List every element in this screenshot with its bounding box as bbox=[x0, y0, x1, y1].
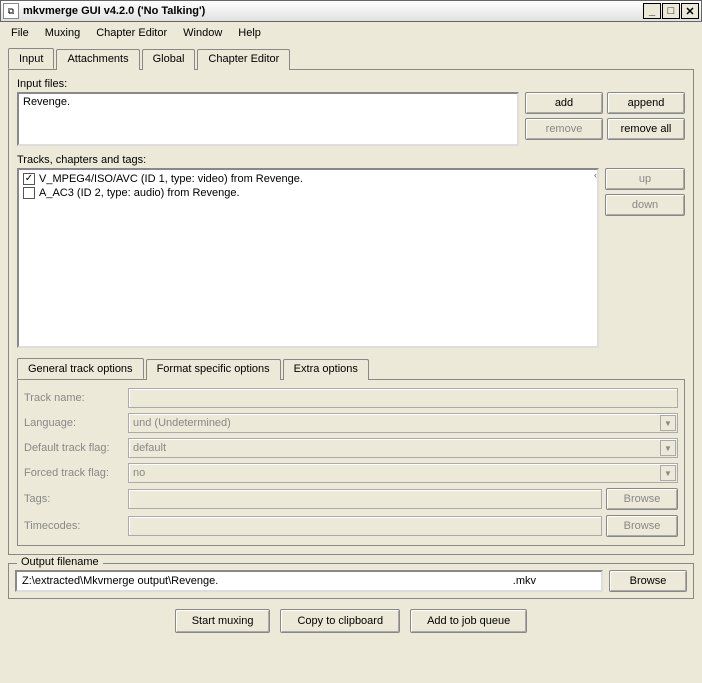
options-tabs: General track options Format specific op… bbox=[17, 359, 685, 380]
window-title: mkvmerge GUI v4.2.0 ('No Talking') bbox=[23, 5, 643, 17]
track-text: V_MPEG4/ISO/AVC (ID 1, type: video) from… bbox=[39, 173, 303, 185]
language-dropdown[interactable]: und (Undetermined) ▼ bbox=[128, 413, 678, 433]
tracks-label: Tracks, chapters and tags: bbox=[17, 154, 685, 166]
maximize-button[interactable]: □ bbox=[662, 3, 680, 19]
language-label: Language: bbox=[24, 417, 124, 429]
minimize-button[interactable]: _ bbox=[643, 3, 661, 19]
menubar: File Muxing Chapter Editor Window Help bbox=[0, 22, 702, 44]
menu-window[interactable]: Window bbox=[176, 25, 229, 41]
track-text: A_AC3 (ID 2, type: audio) from Revenge. bbox=[39, 187, 240, 199]
append-button[interactable]: append bbox=[607, 92, 685, 114]
tags-label: Tags: bbox=[24, 493, 124, 505]
output-filename-field[interactable]: Z:\extracted\Mkvmerge output\Revenge. .m… bbox=[15, 570, 603, 592]
menu-file[interactable]: File bbox=[4, 25, 36, 41]
chevron-down-icon: ▼ bbox=[660, 415, 676, 431]
tracks-list[interactable]: ✓ V_MPEG4/ISO/AVC (ID 1, type: video) fr… bbox=[17, 168, 599, 348]
tab-extra-options[interactable]: Extra options bbox=[283, 359, 369, 380]
output-browse-button[interactable]: Browse bbox=[609, 570, 687, 592]
track-name-label: Track name: bbox=[24, 392, 124, 404]
add-to-job-queue-button[interactable]: Add to job queue bbox=[410, 609, 527, 633]
default-flag-dropdown[interactable]: default ▼ bbox=[128, 438, 678, 458]
tab-format-specific-options[interactable]: Format specific options bbox=[146, 359, 281, 380]
titlebar: ⧉ mkvmerge GUI v4.2.0 ('No Talking') _ □… bbox=[0, 0, 702, 22]
track-name-field[interactable] bbox=[128, 388, 678, 408]
tab-general-track-options[interactable]: General track options bbox=[17, 358, 144, 379]
copy-to-clipboard-button[interactable]: Copy to clipboard bbox=[280, 609, 400, 633]
output-filename-title: Output filename bbox=[17, 556, 103, 568]
menu-help[interactable]: Help bbox=[231, 25, 268, 41]
close-button[interactable]: ✕ bbox=[681, 3, 699, 19]
timecodes-label: Timecodes: bbox=[24, 520, 124, 532]
track-item[interactable]: A_AC3 (ID 2, type: audio) from Revenge. bbox=[23, 186, 593, 200]
remove-all-button[interactable]: remove all bbox=[607, 118, 685, 140]
forced-flag-label: Forced track flag: bbox=[24, 467, 124, 479]
main-tabs: Input Attachments Global Chapter Editor bbox=[8, 49, 694, 70]
down-button[interactable]: down bbox=[605, 194, 685, 216]
timecodes-browse-button[interactable]: Browse bbox=[606, 515, 678, 537]
input-file-item[interactable]: Revenge. bbox=[23, 96, 513, 108]
output-filename-group: Output filename Z:\extracted\Mkvmerge ou… bbox=[8, 563, 694, 599]
default-flag-label: Default track flag: bbox=[24, 442, 124, 454]
tab-chapter-editor[interactable]: Chapter Editor bbox=[197, 49, 290, 70]
tab-global[interactable]: Global bbox=[142, 49, 196, 70]
tags-field[interactable] bbox=[128, 489, 602, 509]
start-muxing-button[interactable]: Start muxing bbox=[175, 609, 271, 633]
scroll-indicator-icon: ‹ bbox=[594, 170, 597, 180]
tab-input[interactable]: Input bbox=[8, 48, 54, 69]
up-button[interactable]: up bbox=[605, 168, 685, 190]
menu-muxing[interactable]: Muxing bbox=[38, 25, 87, 41]
input-files-label: Input files: bbox=[17, 78, 685, 90]
chevron-down-icon: ▼ bbox=[660, 440, 676, 456]
input-panel: Input files: Revenge. add append remove … bbox=[8, 69, 694, 555]
remove-button[interactable]: remove bbox=[525, 118, 603, 140]
general-track-options-panel: Track name: Language: und (Undetermined)… bbox=[17, 379, 685, 546]
track-item[interactable]: ✓ V_MPEG4/ISO/AVC (ID 1, type: video) fr… bbox=[23, 172, 593, 186]
timecodes-field[interactable] bbox=[128, 516, 602, 536]
add-button[interactable]: add bbox=[525, 92, 603, 114]
menu-chapter-editor[interactable]: Chapter Editor bbox=[89, 25, 174, 41]
track-checkbox[interactable]: ✓ bbox=[23, 173, 35, 185]
chevron-down-icon: ▼ bbox=[660, 465, 676, 481]
input-files-list[interactable]: Revenge. bbox=[17, 92, 519, 146]
bottom-buttons: Start muxing Copy to clipboard Add to jo… bbox=[8, 609, 694, 633]
app-icon: ⧉ bbox=[3, 3, 19, 19]
forced-flag-dropdown[interactable]: no ▼ bbox=[128, 463, 678, 483]
tab-attachments[interactable]: Attachments bbox=[56, 49, 139, 70]
track-checkbox[interactable] bbox=[23, 187, 35, 199]
tags-browse-button[interactable]: Browse bbox=[606, 488, 678, 510]
